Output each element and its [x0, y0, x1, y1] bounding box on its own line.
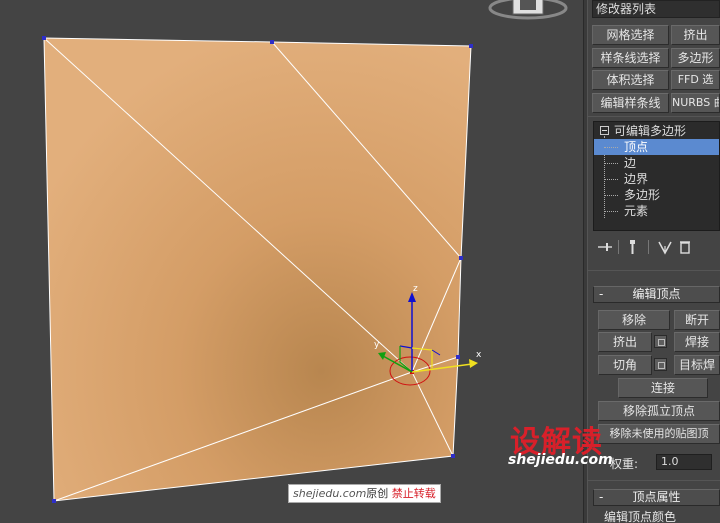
tree-branch [604, 179, 618, 180]
remove-vertex-button[interactable]: 移除 [598, 310, 670, 330]
volume-select-button[interactable]: 体积选择 [592, 70, 669, 90]
nurbs-curve-button[interactable]: NURBS 曲 [671, 93, 720, 113]
tree-branch [604, 163, 618, 164]
watermark-badge-url: shejiedu.com [293, 487, 367, 500]
gizmo-z-label: z [413, 284, 418, 294]
vertex-properties-rollout-header[interactable]: - 顶点属性 [593, 489, 720, 506]
watermark-badge: shejiedu.com原创 禁止转载 [288, 484, 441, 503]
edit-vertex-colors-group-label: 编辑顶点颜色 [604, 510, 677, 523]
poly-select-button[interactable]: 多边形 [671, 48, 720, 68]
poly-mesh-plane[interactable] [44, 38, 471, 501]
stack-root-label: 可编辑多边形 [614, 124, 687, 138]
perspective-viewport[interactable]: z x y [0, 0, 583, 523]
remove-unused-map-verts-button[interactable]: 移除未使用的贴图顶 [598, 424, 720, 444]
stack-item-label: 边界 [624, 172, 649, 186]
rollout-title: 编辑顶点 [632, 287, 681, 301]
remove-modifier-icon[interactable] [676, 238, 694, 256]
pin-stack-icon[interactable] [596, 238, 614, 256]
panel-separator [588, 116, 720, 117]
stack-item-label: 顶点 [624, 140, 649, 154]
viewcube-icon[interactable] [488, 0, 568, 20]
extrude-settings-icon[interactable] [654, 335, 667, 348]
stack-item-label: 元素 [624, 204, 649, 218]
edit-spline-button[interactable]: 编辑样条线 [592, 93, 669, 113]
stack-item-label: 边 [624, 156, 637, 170]
toolbar-separator [648, 240, 649, 254]
tree-branch [604, 195, 618, 196]
panel-separator [588, 270, 720, 271]
rollout-title: 顶点属性 [632, 490, 681, 504]
weight-spinner[interactable]: 1.0 [656, 454, 712, 470]
stack-item-label: 多边形 [624, 188, 661, 202]
gizmo-y-label: y [374, 340, 380, 350]
spline-select-button[interactable]: 样条线选择 [592, 48, 669, 68]
modifier-list-dropdown[interactable]: 修改器列表 [592, 0, 720, 18]
weight-label: 权重: [610, 457, 639, 471]
watermark-badge-no-repost: 禁止转载 [391, 487, 436, 500]
watermark-url: shejiedu.com [508, 452, 613, 468]
mesh-select-button[interactable]: 网格选择 [592, 25, 669, 45]
show-end-result-icon[interactable] [624, 238, 642, 256]
panel-separator [588, 480, 720, 481]
target-weld-button[interactable]: 目标焊 [674, 355, 720, 375]
weld-vertex-button[interactable]: 焊接 [674, 332, 720, 352]
modify-command-panel: 修改器列表 网格选择 挤出 样条线选择 多边形 体积选择 FFD 选 编辑样条线… [588, 0, 720, 523]
chamfer-vertex-button[interactable]: 切角 [598, 355, 652, 375]
extrude-modifier-button[interactable]: 挤出 [671, 25, 720, 45]
tree-branch [604, 211, 618, 212]
break-vertex-button[interactable]: 断开 [674, 310, 720, 330]
stack-root-editable-poly[interactable]: 可编辑多边形 [594, 123, 719, 139]
viewport-canvas[interactable] [0, 0, 583, 523]
remove-isolated-vertices-button[interactable]: 移除孤立顶点 [598, 401, 720, 421]
chamfer-settings-icon[interactable] [654, 358, 667, 371]
stack-toolbar [594, 238, 720, 258]
make-unique-icon[interactable] [656, 238, 674, 256]
tree-branch [604, 147, 618, 148]
watermark-badge-original: 原创 [366, 487, 389, 500]
toolbar-separator [618, 240, 619, 254]
ffd-select-button[interactable]: FFD 选 [671, 70, 720, 90]
modifier-stack[interactable]: 可编辑多边形 顶点 边 边界 多边形 元素 [593, 121, 720, 231]
connect-vertex-button[interactable]: 连接 [618, 378, 708, 398]
extrude-vertex-button[interactable]: 挤出 [598, 332, 652, 352]
gizmo-x-label: x [476, 350, 482, 360]
edit-vertices-rollout-header[interactable]: - 编辑顶点 [593, 286, 720, 303]
